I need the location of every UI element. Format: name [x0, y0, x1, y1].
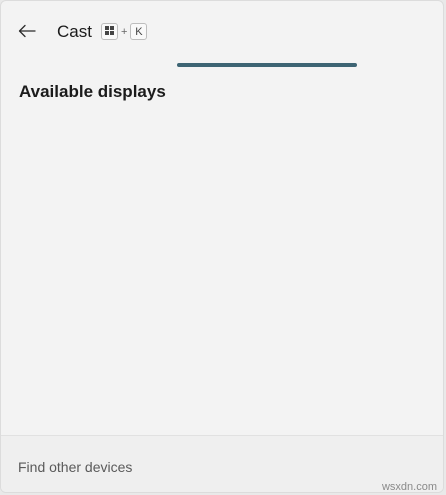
windows-logo-icon: [105, 25, 114, 38]
available-displays-heading: Available displays: [19, 82, 166, 101]
page-title: Cast: [57, 22, 92, 41]
shortcut-plus: +: [121, 25, 128, 38]
back-button[interactable]: [11, 18, 43, 48]
keyboard-shortcut-hint: + K: [101, 23, 148, 40]
cast-panel: Cast + K Available displays Find other d…: [0, 0, 444, 493]
searching-progress-bar: [177, 63, 357, 67]
progress-bar-fill: [177, 63, 357, 67]
k-key: K: [130, 23, 148, 40]
windows-key: [101, 23, 118, 40]
arrow-left-icon: [18, 24, 36, 43]
panel-header: Cast + K: [1, 1, 443, 63]
panel-footer: Find other devices wsxdn.com: [1, 435, 443, 493]
find-other-devices-link[interactable]: Find other devices: [18, 459, 132, 475]
watermark-text: wsxdn.com: [381, 481, 437, 493]
